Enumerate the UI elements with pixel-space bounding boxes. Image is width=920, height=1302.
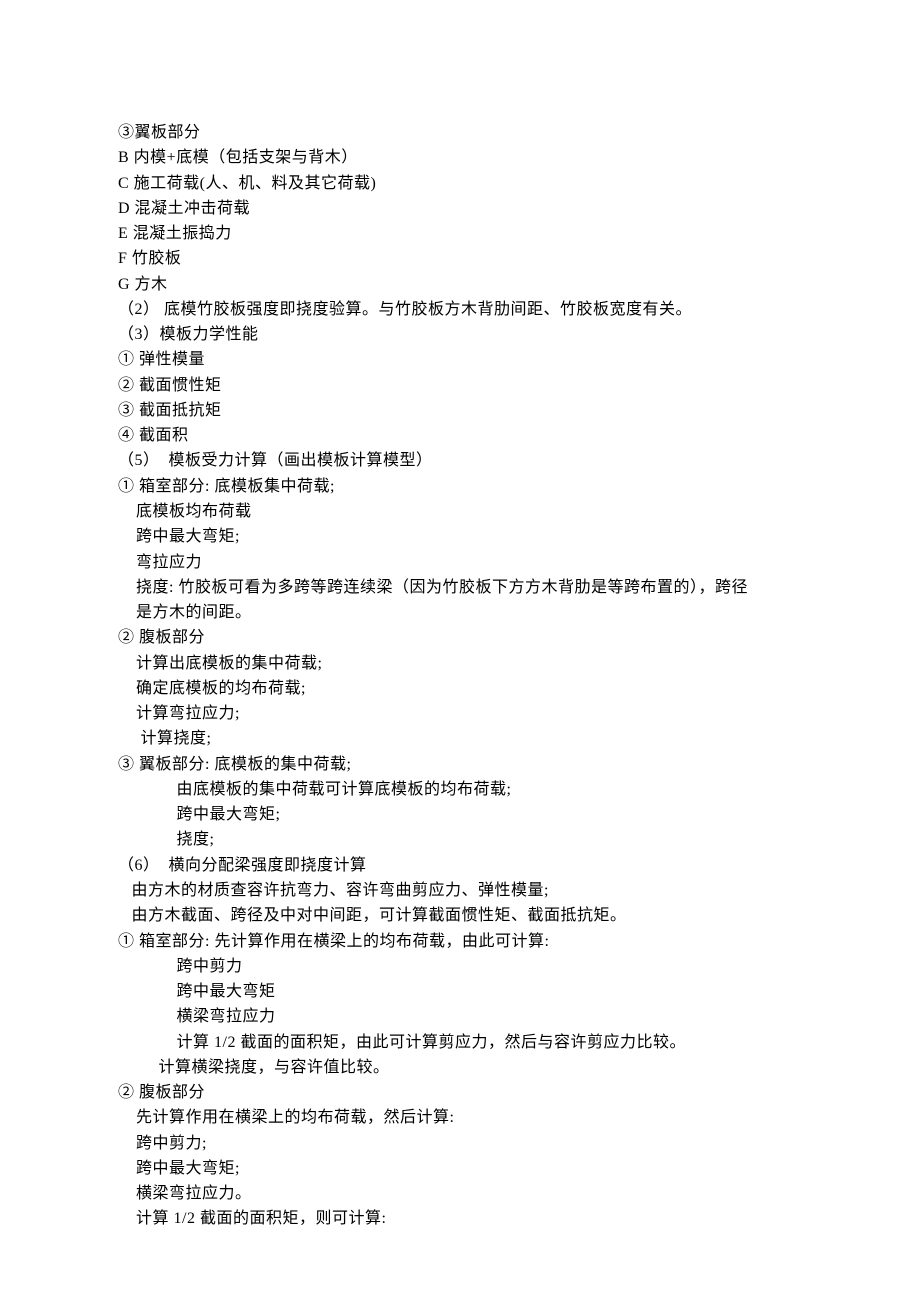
text-line: 由方木的材质查容许抗弯力、容许弯曲剪应力、弹性模量; (118, 878, 802, 903)
text-line: （2） 底模竹胶板强度即挠度验算。与竹胶板方木背肋间距、竹胶板宽度有关。 (118, 297, 802, 322)
text-line: 挠度; (118, 827, 802, 852)
text-line: 计算出底模板的集中荷载; (118, 651, 802, 676)
text-line: 先计算作用在横梁上的均布荷载，然后计算: (118, 1105, 802, 1130)
text-line: 跨中剪力; (118, 1131, 802, 1156)
text-line: 计算弯拉应力; (118, 701, 802, 726)
text-line: ② 截面惯性矩 (118, 373, 802, 398)
text-line: ③ 截面抵抗矩 (118, 398, 802, 423)
text-line: 弯拉应力 (118, 550, 802, 575)
text-line: 由方木截面、跨径及中对中间距，可计算截面惯性矩、截面抵抗矩。 (118, 903, 802, 928)
text-line: ① 弹性模量 (118, 347, 802, 372)
text-line: D 混凝土冲击荷载 (118, 196, 802, 221)
text-line: 跨中最大弯矩; (118, 524, 802, 549)
text-line: （6） 横向分配梁强度即挠度计算 (118, 853, 802, 878)
text-line: B 内模+底模（包括支架与背木） (118, 145, 802, 170)
text-line: ① 箱室部分: 先计算作用在横梁上的均布荷载，由此可计算: (118, 929, 802, 954)
text-line: 计算挠度; (118, 726, 802, 751)
text-line: 跨中剪力 (118, 954, 802, 979)
text-line: 计算 1/2 截面的面积矩，则可计算: (118, 1206, 802, 1231)
text-line: G 方木 (118, 272, 802, 297)
text-line: 计算横梁挠度，与容许值比较。 (118, 1055, 802, 1080)
text-line: 由底模板的集中荷载可计算底模板的均布荷载; (118, 777, 802, 802)
text-line: ① 箱室部分: 底模板集中荷载; (118, 474, 802, 499)
text-line: 确定底模板的均布荷载; (118, 676, 802, 701)
text-line: F 竹胶板 (118, 246, 802, 271)
text-line: ③ 翼板部分: 底模板的集中荷载; (118, 752, 802, 777)
text-line: 横梁弯拉应力 (118, 1004, 802, 1029)
text-line: 是方木的间距。 (118, 600, 802, 625)
text-line: （3）模板力学性能 (118, 322, 802, 347)
text-line: E 混凝土振捣力 (118, 221, 802, 246)
text-line: C 施工荷载(人、机、料及其它荷载) (118, 171, 802, 196)
text-line: 横梁弯拉应力。 (118, 1181, 802, 1206)
text-line: 跨中最大弯矩 (118, 979, 802, 1004)
text-line: ② 腹板部分 (118, 625, 802, 650)
text-line: ③翼板部分 (118, 120, 802, 145)
document-page: ③翼板部分 B 内模+底模（包括支架与背木） C 施工荷载(人、机、料及其它荷载… (0, 0, 920, 1302)
text-line: 底模板均布荷载 (118, 499, 802, 524)
text-line: 跨中最大弯矩; (118, 1156, 802, 1181)
text-line: 计算 1/2 截面的面积矩，由此可计算剪应力，然后与容许剪应力比较。 (118, 1030, 802, 1055)
text-line: 挠度: 竹胶板可看为多跨等跨连续梁（因为竹胶板下方方木背肋是等跨布置的），跨径 (118, 575, 802, 600)
text-line: ② 腹板部分 (118, 1080, 802, 1105)
text-line: （5） 模板受力计算（画出模板计算模型） (118, 448, 802, 473)
text-line: ④ 截面积 (118, 423, 802, 448)
text-line: 跨中最大弯矩; (118, 802, 802, 827)
